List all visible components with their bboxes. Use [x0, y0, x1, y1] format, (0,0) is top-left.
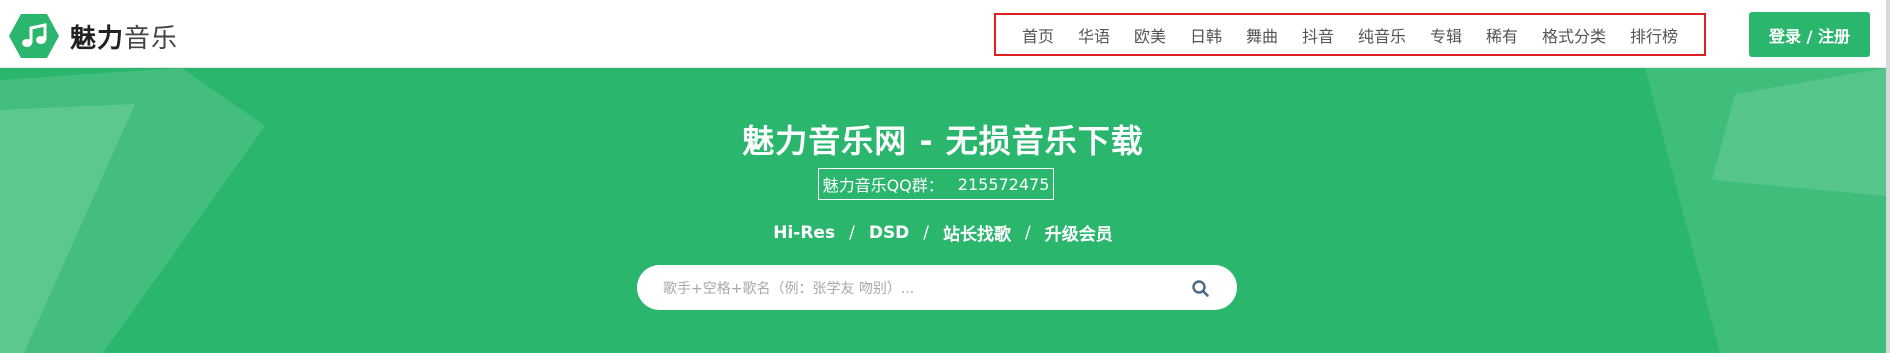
hero-banner: 魅力音乐网 - 无损音乐下载 魅力音乐QQ群： 215572475 Hi-Res…: [0, 68, 1886, 353]
nav-dance[interactable]: 舞曲: [1246, 23, 1278, 47]
qq-group-label: 魅力音乐QQ群：: [822, 176, 944, 195]
search-bar: [637, 265, 1237, 312]
link-upgrade-vip[interactable]: 升级会员: [1045, 220, 1113, 245]
site-logo[interactable]: 魅力音乐: [8, 12, 178, 60]
main-nav-highlight: 首页 华语 欧美 日韩 舞曲 抖音 纯音乐 专辑 稀有 格式分类 排行榜: [994, 13, 1706, 56]
link-dsd[interactable]: DSD: [869, 223, 909, 243]
qq-group-number: 215572475: [957, 174, 1050, 194]
nav-western[interactable]: 欧美: [1134, 23, 1166, 47]
login-register-button[interactable]: 登录 / 注册: [1749, 12, 1870, 57]
link-separator: /: [923, 222, 930, 243]
logo-text-light: 音乐: [124, 23, 179, 54]
link-separator: /: [849, 222, 855, 243]
quick-links: Hi-Res / DSD / 站长找歌 / 升级会员: [0, 220, 1886, 246]
link-song-request[interactable]: 站长找歌: [943, 220, 1011, 245]
site-logo-text: 魅力音乐: [70, 18, 178, 55]
main-nav: 首页 华语 欧美 日韩 舞曲 抖音 纯音乐 专辑 稀有 格式分类 排行榜: [996, 15, 1704, 54]
nav-format-category[interactable]: 格式分类: [1542, 23, 1606, 47]
nav-home[interactable]: 首页: [1022, 23, 1054, 47]
nav-japan-korea[interactable]: 日韩: [1190, 23, 1222, 47]
hero-title: 魅力音乐网 - 无损音乐下载: [742, 122, 1144, 160]
top-header: 魅力音乐 首页 华语 欧美 日韩 舞曲 抖音 纯音乐 专辑 稀有 格式分类 排行…: [0, 0, 1890, 68]
link-separator: /: [1025, 222, 1031, 243]
qq-group-info: 魅力音乐QQ群： 215572475: [818, 168, 1054, 200]
music-note-logo-icon: [9, 14, 59, 58]
nav-charts[interactable]: 排行榜: [1630, 23, 1678, 47]
nav-douyin[interactable]: 抖音: [1302, 23, 1334, 47]
scrollbar[interactable]: [1886, 0, 1890, 353]
search-input[interactable]: [661, 265, 1165, 312]
nav-rare[interactable]: 稀有: [1486, 23, 1518, 47]
search-icon[interactable]: [1189, 277, 1213, 301]
logo-text-bold: 魅力: [70, 23, 125, 54]
nav-chinese[interactable]: 华语: [1078, 23, 1110, 47]
nav-instrumental[interactable]: 纯音乐: [1358, 23, 1406, 47]
nav-albums[interactable]: 专辑: [1430, 23, 1462, 47]
link-hi-res[interactable]: Hi-Res: [773, 223, 835, 243]
